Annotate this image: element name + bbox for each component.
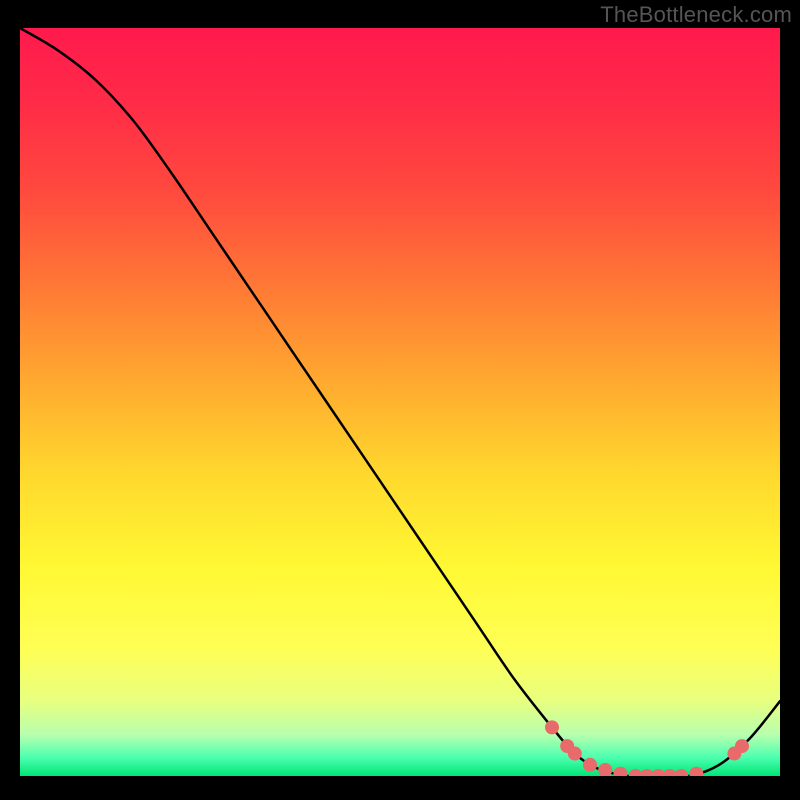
curve-marker — [613, 767, 627, 776]
watermark-text: TheBottleneck.com — [600, 2, 792, 28]
curve-marker — [598, 763, 612, 776]
curve-marker — [583, 758, 597, 772]
curve-markers — [545, 720, 749, 776]
curve-layer — [20, 28, 780, 776]
chart-frame: TheBottleneck.com — [0, 0, 800, 800]
curve-marker — [689, 767, 703, 776]
curve-marker — [674, 769, 688, 776]
curve-marker — [545, 720, 559, 734]
curve-marker — [568, 747, 582, 761]
curve-marker — [735, 739, 749, 753]
bottleneck-curve — [20, 28, 780, 776]
plot-area — [20, 28, 780, 776]
